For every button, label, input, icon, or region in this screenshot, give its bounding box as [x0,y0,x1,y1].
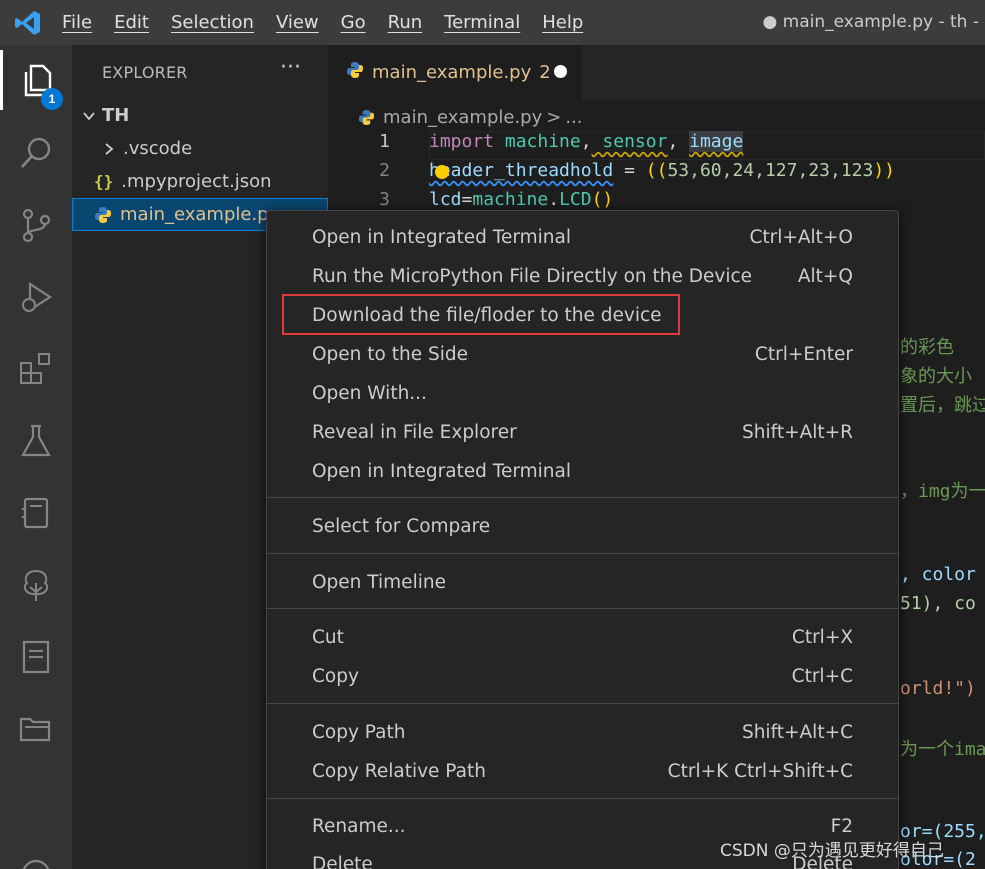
tree-item-mpyproject[interactable]: {} .mpyproject.json [72,165,328,198]
menu-open-in-integrated-terminal-2[interactable]: Open in Integrated Terminal [267,452,898,491]
window-title: ● main_example.py - th - [762,12,979,32]
menu-go[interactable]: Go [330,0,377,45]
menu-bar: File Edit Selection View Go Run Terminal… [55,0,594,45]
line-number: 2 [379,160,390,181]
json-file-icon: {} [94,172,114,191]
breadcrumb: main_example.py > ... [358,103,583,131]
code-text: header_threadhold = ((53,60,24,127,23,12… [429,160,896,181]
code-text: lcd=machine.LCD() [429,189,614,210]
run-debug-icon[interactable] [0,267,72,327]
lightbulb-icon[interactable] [435,165,449,179]
breadcrumb-symbol[interactable]: ... [565,107,582,128]
code-line-1: 1 import machine, sensor, image [328,131,985,160]
tab-problem-count: 2 [539,62,551,83]
watermark: CSDN @只为遇见更好得自己 [720,841,944,861]
python-file-icon [358,109,375,126]
tree-item-label: .mpyproject.json [121,171,272,192]
code-fragment: 51), co [900,593,976,614]
tree-item-label: .vscode [123,138,193,159]
python-file-icon [346,61,364,84]
activity-bar: 1 [0,45,72,869]
folders-icon[interactable] [0,699,72,759]
menu-run-micropython-file[interactable]: Run the MicroPython File Directly on the… [267,257,898,296]
tree-item-label: main_example.py [120,204,280,225]
title-bar: File Edit Selection View Go Run Terminal… [0,0,985,45]
menu-help[interactable]: Help [531,0,594,45]
menu-reveal-in-file-explorer[interactable]: Reveal in File Explorer Shift+Alt+R [267,413,898,452]
menu-separator [267,798,898,799]
explorer-badge: 1 [41,88,63,110]
menu-select-for-compare[interactable]: Select for Compare [267,507,898,546]
code-line-2: 2 header_threadhold = ((53,60,24,127,23,… [328,160,985,189]
editor-tabs: main_example.py 2 [328,45,985,100]
tree-item-vscode[interactable]: .vscode [72,132,328,165]
menu-view[interactable]: View [265,0,330,45]
code-fragment: 置后，跳过 [900,395,985,416]
code-fragment: 象的大小 [900,366,972,387]
python-file-icon [94,206,112,224]
explorer-files-icon[interactable]: 1 [0,50,72,110]
tab-main-example[interactable]: main_example.py 2 [328,45,582,100]
menu-open-integrated-terminal[interactable]: Open in Integrated Terminal Ctrl+Alt+O [267,218,898,257]
menu-cut[interactable]: Cut Ctrl+X [267,618,898,657]
menu-open-to-the-side[interactable]: Open to the Side Ctrl+Enter [267,335,898,374]
code-fragment: ，img为一 [900,481,985,502]
breadcrumb-separator: > [546,106,562,128]
annotation-highlight-box [282,294,680,335]
menu-copy[interactable]: Copy Ctrl+C [267,657,898,696]
tree-icon[interactable] [0,555,72,615]
menu-edit[interactable]: Edit [103,0,160,45]
testing-flask-icon[interactable] [0,411,72,471]
code-fragment: , color [900,564,976,585]
unsaved-dot-icon[interactable] [554,65,567,78]
search-icon[interactable] [0,123,72,183]
source-control-icon[interactable] [0,195,72,255]
breadcrumb-file[interactable]: main_example.py [383,107,542,128]
menu-separator [267,497,898,498]
line-number: 3 [379,189,390,210]
chevron-right-icon [100,142,118,156]
menu-separator [267,703,898,704]
vscode-logo-icon [0,0,55,45]
workspace-root-folder[interactable]: TH [72,99,328,132]
menu-separator [267,553,898,554]
code-fragment: orld!") [900,678,976,699]
menu-file[interactable]: File [55,0,103,45]
code-text: import machine, sensor, image [429,131,744,152]
menu-run[interactable]: Run [377,0,434,45]
menu-open-timeline[interactable]: Open Timeline [267,563,898,602]
menu-separator [267,608,898,609]
device-icon[interactable] [0,483,72,543]
account-icon[interactable] [0,840,72,869]
root-folder-label: TH [102,105,130,126]
notebook-icon[interactable] [0,627,72,687]
chevron-down-icon [80,109,98,123]
menu-terminal[interactable]: Terminal [433,0,531,45]
tab-label: main_example.py [372,62,532,83]
explorer-header: EXPLORER [102,63,188,82]
menu-copy-path[interactable]: Copy Path Shift+Alt+C [267,713,898,752]
menu-selection[interactable]: Selection [160,0,265,45]
line-number: 1 [379,131,390,152]
menu-copy-relative-path[interactable]: Copy Relative Path Ctrl+K Ctrl+Shift+C [267,752,898,791]
more-actions-icon[interactable]: ··· [280,55,301,80]
code-fragment: 为一个ima [900,739,985,760]
menu-open-with[interactable]: Open With... [267,374,898,413]
extensions-icon[interactable] [0,339,72,399]
code-fragment: 的彩色 [900,337,954,358]
